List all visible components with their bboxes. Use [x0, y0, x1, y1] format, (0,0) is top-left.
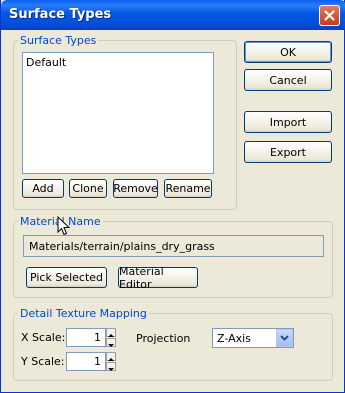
projection-select[interactable]: Z-Axis: [212, 328, 294, 348]
add-button[interactable]: Add: [22, 179, 64, 198]
mouse-cursor-icon: [57, 216, 70, 236]
y-scale-down-button[interactable]: [106, 362, 116, 371]
x-scale-input[interactable]: 1: [66, 328, 106, 347]
dialog-body: Surface Types Default Add Clone Remove R…: [1, 30, 344, 392]
material-editor-button[interactable]: Material Editor: [118, 265, 198, 291]
pick-selected-button[interactable]: Pick Selected: [26, 267, 107, 288]
arrow-down-icon: [108, 368, 114, 371]
detail-texture-mapping-legend: Detail Texture Mapping: [20, 307, 147, 320]
surface-types-listbox[interactable]: Default: [22, 52, 214, 174]
x-scale-up-button[interactable]: [106, 328, 116, 337]
material-name-field[interactable]: Materials/terrain/plains_dry_grass: [23, 235, 324, 257]
chevron-down-icon: [280, 335, 289, 341]
x-scale-spinner[interactable]: [106, 328, 116, 347]
surface-types-legend: Surface Types: [20, 34, 97, 47]
y-scale-label: Y Scale:: [21, 355, 65, 368]
y-scale-input[interactable]: 1: [66, 352, 106, 371]
close-icon: [324, 10, 335, 21]
close-button[interactable]: [319, 5, 340, 26]
remove-button[interactable]: Remove: [113, 179, 158, 198]
y-scale-spinner[interactable]: [106, 352, 116, 371]
surface-types-dialog: Surface Types Surface Types Default Add …: [0, 0, 345, 393]
x-scale-label: X Scale:: [21, 331, 66, 344]
export-button[interactable]: Export: [244, 141, 332, 163]
cancel-button[interactable]: Cancel: [244, 69, 332, 91]
projection-dropdown-button[interactable]: [276, 329, 293, 347]
arrow-down-icon: [108, 344, 114, 347]
window-title: Surface Types: [9, 7, 112, 22]
y-scale-up-button[interactable]: [106, 352, 116, 361]
projection-label: Projection: [136, 332, 191, 345]
import-button[interactable]: Import: [244, 111, 332, 133]
x-scale-down-button[interactable]: [106, 338, 116, 347]
list-item[interactable]: Default: [26, 56, 66, 69]
rename-button[interactable]: Rename: [164, 179, 212, 198]
projection-value: Z-Axis: [217, 332, 251, 345]
ok-button[interactable]: OK: [244, 41, 332, 63]
clone-button[interactable]: Clone: [69, 179, 107, 198]
title-bar[interactable]: Surface Types: [1, 0, 345, 30]
